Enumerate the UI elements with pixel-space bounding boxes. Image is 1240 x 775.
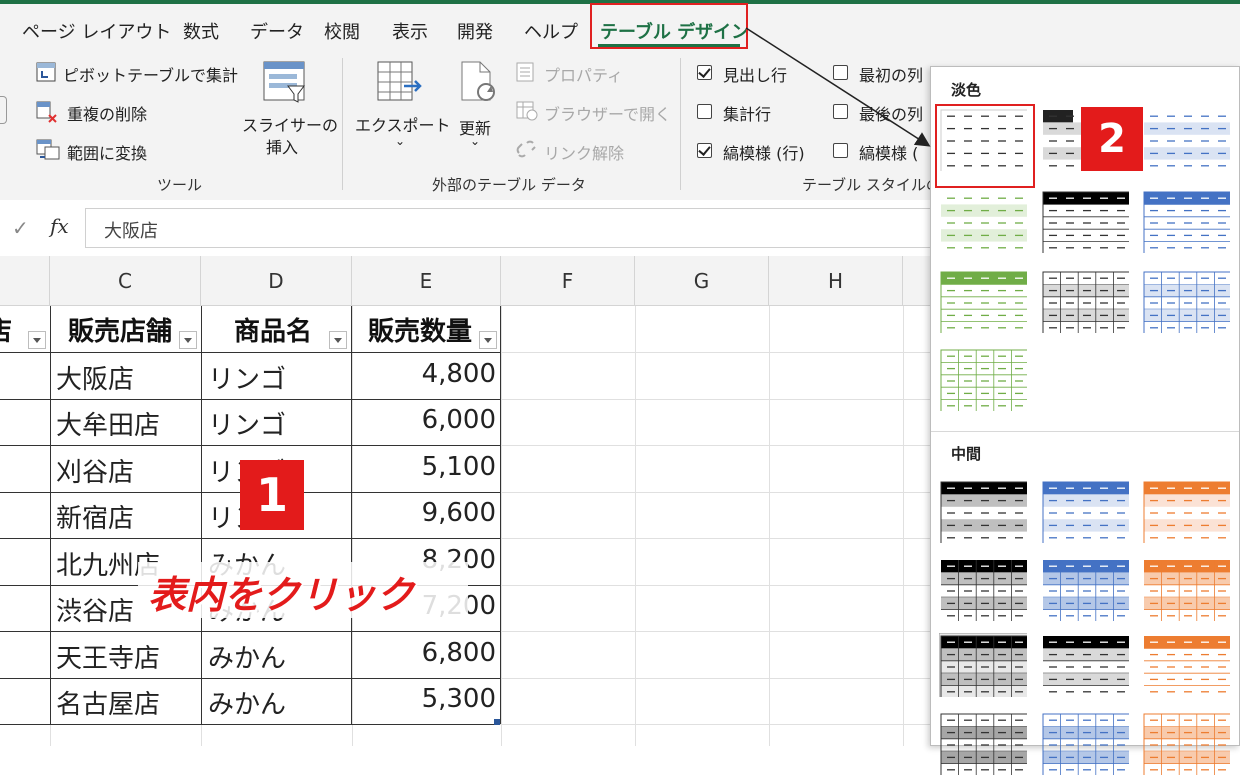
selected-style-highlight (935, 104, 1035, 188)
annotation-arrow (745, 27, 931, 147)
